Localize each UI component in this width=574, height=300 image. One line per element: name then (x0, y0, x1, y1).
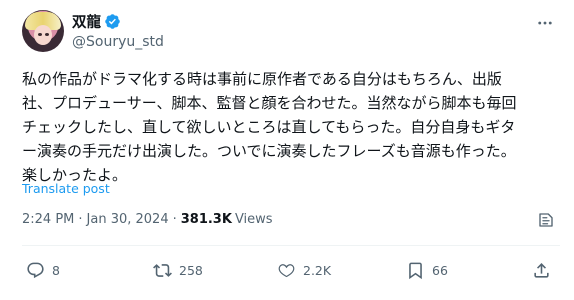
like-count: 2.2K (303, 262, 332, 278)
reply-count: 8 (52, 262, 60, 278)
share-icon (534, 262, 549, 278)
views-count: 381.3K (180, 212, 232, 227)
author-names: 双龍 @Souryu_std (72, 11, 164, 50)
repost-button[interactable]: 258 (153, 259, 203, 281)
more-icon[interactable] (534, 14, 556, 32)
display-name[interactable]: 双龍 (72, 11, 101, 32)
views-label: Views (234, 212, 273, 227)
avatar[interactable] (22, 10, 64, 52)
like-icon (278, 263, 295, 277)
tweet-text: 私の作品がドラマ化する時は事前に原作者である自分はもちろん、出版 社、プロデュー… (22, 70, 517, 184)
reply-icon (27, 262, 44, 278)
grok-icon[interactable] (537, 211, 555, 229)
bookmark-icon (409, 262, 422, 279)
like-button[interactable]: 2.2K (277, 259, 331, 281)
meta-separator: · (172, 212, 177, 227)
verified-badge-icon[interactable] (104, 13, 121, 30)
meta-separator: · (78, 212, 83, 227)
tweet-header: 双龍 @Souryu_std (22, 10, 560, 56)
timestamp-date[interactable]: Jan 30, 2024 (87, 212, 169, 227)
bookmark-button[interactable]: 66 (406, 259, 448, 281)
reply-button[interactable]: 8 (26, 259, 60, 281)
timestamp-time[interactable]: 2:24 PM (22, 212, 74, 227)
repost-icon (153, 263, 172, 277)
tweet-meta: 2:24 PM · Jan 30, 2024 · 381.3K Views (22, 212, 273, 227)
repost-count: 258 (179, 262, 203, 278)
action-bar: 8 258 2.2K 66 (22, 259, 552, 281)
share-button[interactable] (532, 259, 558, 281)
bookmark-count: 66 (432, 262, 448, 278)
translate-post-link[interactable]: Translate post (22, 181, 110, 196)
handle[interactable]: @Souryu_std (72, 34, 164, 50)
divider (22, 245, 560, 246)
